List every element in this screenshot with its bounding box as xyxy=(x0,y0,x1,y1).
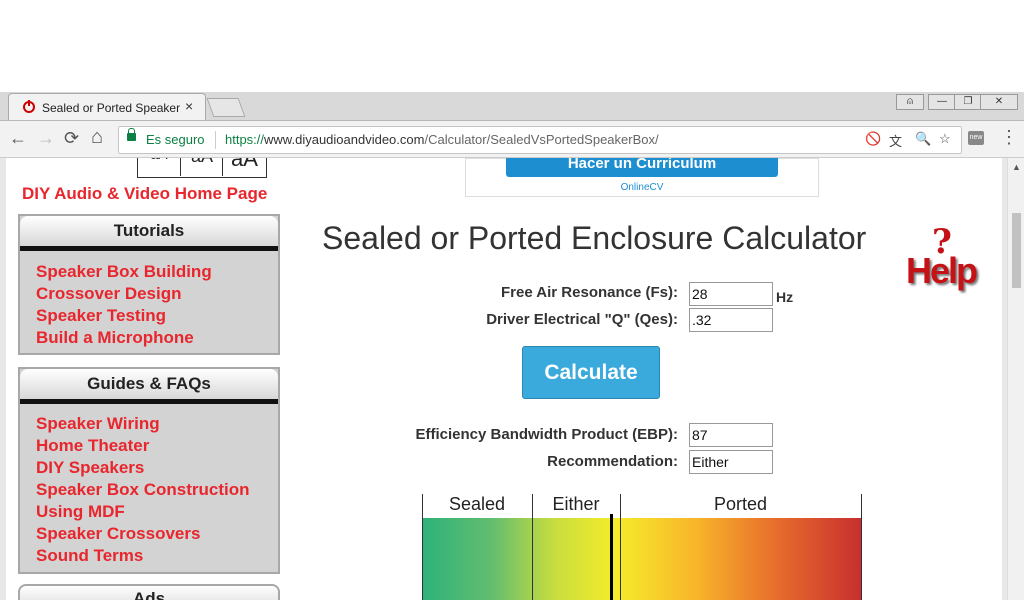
guides-box: Guides & FAQs Speaker Wiring Home Theate… xyxy=(18,367,280,574)
address-bar[interactable]: Es seguro https://www.diyaudioandvideo.c… xyxy=(118,126,962,154)
browser-tab[interactable]: Sealed or Ported Speaker × xyxy=(8,93,206,120)
sidebar-link-speaker-box-construction[interactable]: Speaker Box Construction xyxy=(20,479,278,501)
home-page-link[interactable]: DIY Audio & Video Home Page xyxy=(22,184,267,204)
sidebar-link-speaker-box-building[interactable]: Speaker Box Building xyxy=(20,261,278,283)
scale-label-sealed: Sealed xyxy=(448,494,506,514)
back-arrow-icon[interactable]: ← xyxy=(9,128,27,149)
bookmark-star-icon[interactable]: ☆ xyxy=(939,131,951,147)
extension-icon[interactable]: new xyxy=(968,131,984,145)
fs-input[interactable]: 28 xyxy=(689,282,773,306)
zoom-icon[interactable]: 🔍 xyxy=(915,131,931,147)
translate-icon[interactable]: 文 xyxy=(889,131,902,150)
home-icon[interactable]: ⌂ xyxy=(91,126,103,149)
ad-button[interactable]: Hacer un Currículum xyxy=(506,158,778,177)
ad-banner[interactable]: Hacer un Currículum OnlineCV xyxy=(465,158,819,197)
scale-marker xyxy=(610,514,613,600)
recommendation-scale: Sealed Either Ported xyxy=(422,494,862,600)
page-title: Sealed or Ported Enclosure Calculator xyxy=(322,220,867,256)
font-size-controls: aA aA aA xyxy=(137,158,267,178)
font-size-large-button[interactable]: aA xyxy=(222,158,266,176)
tutorials-heading: Tutorials xyxy=(20,216,278,251)
blocked-content-icon[interactable]: 🚫 xyxy=(865,131,881,147)
qes-input[interactable]: .32 xyxy=(689,308,773,332)
sidebar-link-diy-speakers[interactable]: DIY Speakers xyxy=(20,457,278,479)
sidebar-link-sound-terms[interactable]: Sound Terms xyxy=(20,545,278,567)
scale-label-ported: Ported xyxy=(713,494,768,514)
secure-label: Es seguro xyxy=(146,132,205,147)
sidebar-link-home-theater[interactable]: Home Theater xyxy=(20,435,278,457)
close-icon[interactable]: × xyxy=(185,98,193,114)
window-close-button[interactable]: ✕ xyxy=(980,94,1018,110)
sidebar-link-crossover-design[interactable]: Crossover Design xyxy=(20,283,278,305)
font-size-small-button[interactable]: aA xyxy=(138,158,180,176)
help-label: Help xyxy=(906,250,978,291)
tab-title: Sealed or Ported Speaker xyxy=(42,101,181,115)
scale-gradient xyxy=(422,518,862,600)
font-size-medium-button[interactable]: aA xyxy=(180,158,223,176)
sidebar-link-using-mdf[interactable]: Using MDF xyxy=(20,501,278,523)
sidebar-link-speaker-crossovers[interactable]: Speaker Crossovers xyxy=(20,523,278,545)
fs-unit: Hz xyxy=(776,289,794,305)
scrollbar-thumb[interactable] xyxy=(1012,213,1021,288)
tab-strip: Sealed or Ported Speaker × ⍝ — ❐ ✕ xyxy=(0,92,1024,121)
help-button[interactable]: ? Help xyxy=(906,222,986,297)
calculate-button[interactable]: Calculate xyxy=(522,346,660,399)
minimize-button[interactable]: — xyxy=(928,94,956,110)
lock-icon xyxy=(127,128,136,141)
ad-brand[interactable]: OnlineCV xyxy=(466,182,818,193)
new-tab-button[interactable] xyxy=(206,98,246,117)
scroll-up-arrow-icon[interactable]: ▲ xyxy=(1012,162,1021,172)
forward-arrow-icon[interactable]: → xyxy=(37,128,55,149)
desktop-blank-area xyxy=(0,0,1024,92)
reload-icon[interactable]: ⟳ xyxy=(64,128,79,149)
vertical-scrollbar[interactable]: ▲ xyxy=(1007,158,1024,600)
user-icon[interactable]: ⍝ xyxy=(896,94,924,110)
scale-label-either: Either xyxy=(552,494,600,514)
page: aA aA aA DIY Audio & Video Home Page Tut… xyxy=(6,158,1002,600)
sidebar-link-build-microphone[interactable]: Build a Microphone xyxy=(20,327,278,349)
ebp-label: Efficiency Bandwidth Product (EBP): xyxy=(415,426,678,443)
power-icon xyxy=(23,100,35,113)
recommendation-output[interactable]: Either xyxy=(689,450,773,474)
recommendation-label: Recommendation: xyxy=(547,453,678,470)
scale-dash xyxy=(532,518,533,600)
scale-dash xyxy=(861,518,862,600)
sidebar-link-speaker-wiring[interactable]: Speaker Wiring xyxy=(20,413,278,435)
sidebar-link-speaker-testing[interactable]: Speaker Testing xyxy=(20,305,278,327)
scale-dash xyxy=(422,518,423,600)
url-text[interactable]: https://www.diyaudioandvideo.com/Calcula… xyxy=(225,132,659,147)
restore-button[interactable]: ❐ xyxy=(954,94,982,110)
fs-label: Free Air Resonance (Fs): xyxy=(501,284,678,301)
ebp-output[interactable]: 87 xyxy=(689,423,773,447)
divider xyxy=(215,131,216,149)
page-viewport: aA aA aA DIY Audio & Video Home Page Tut… xyxy=(0,158,1024,600)
tutorials-box: Tutorials Speaker Box Building Crossover… xyxy=(18,214,280,355)
menu-icon[interactable]: ⋮ xyxy=(1000,127,1018,148)
ads-heading: Ads xyxy=(18,584,280,600)
guides-heading: Guides & FAQs xyxy=(20,369,278,404)
browser-toolbar: ← → ⟳ ⌂ Es seguro https://www.diyaudioan… xyxy=(0,121,1024,158)
qes-label: Driver Electrical "Q" (Qes): xyxy=(486,311,678,328)
scale-dash xyxy=(620,518,621,600)
